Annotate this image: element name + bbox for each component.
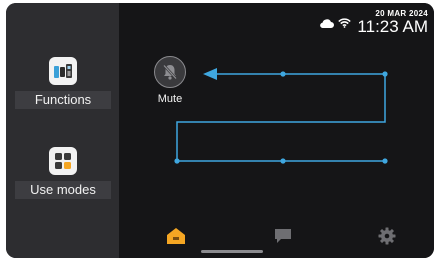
sidebar-item-label: Use modes [15, 181, 111, 199]
nav-chat[interactable] [271, 226, 295, 250]
device-screen: Functions Use modes 20 MAR 2024 11:23 AM… [6, 3, 434, 258]
sidebar-item-use-modes[interactable]: Use modes [15, 147, 111, 199]
sidebar-item-functions[interactable]: Functions [15, 57, 111, 109]
route-node [280, 71, 286, 77]
route-arrow-head [203, 68, 217, 80]
nav-home[interactable] [164, 226, 188, 250]
bell-muted-icon [154, 56, 186, 88]
bottom-nav [119, 218, 434, 258]
route-node [382, 71, 388, 77]
intercom-devices-icon [49, 57, 77, 85]
nav-settings[interactable] [375, 226, 399, 250]
gear-icon [378, 227, 396, 250]
chat-icon [274, 228, 292, 249]
home-icon [166, 227, 186, 250]
route-path [176, 74, 386, 162]
grid-modes-icon [49, 147, 77, 175]
home-indicator[interactable] [201, 250, 263, 253]
sidebar: Functions Use modes [6, 3, 119, 258]
route-node [280, 158, 286, 164]
mute-button[interactable]: Mute [150, 56, 190, 105]
mute-label: Mute [157, 93, 183, 105]
main-panel: 20 MAR 2024 11:23 AM Mute [119, 3, 434, 258]
route-node [174, 158, 180, 164]
sidebar-item-label: Functions [15, 91, 111, 109]
route-node [382, 158, 388, 164]
